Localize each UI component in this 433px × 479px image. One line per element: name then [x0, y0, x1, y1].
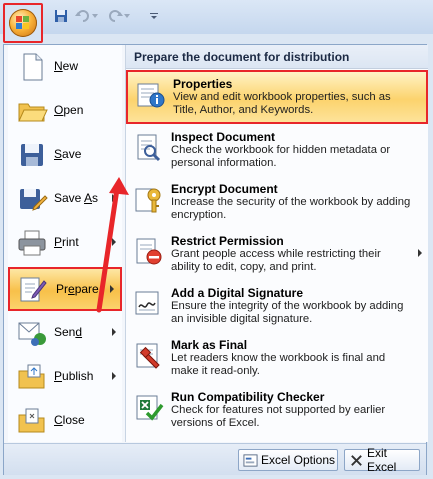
submenu-item-title: Add a Digital Signature: [171, 286, 304, 300]
menu-item-save-as[interactable]: Save As: [8, 177, 122, 221]
quick-access-toolbar: [0, 0, 433, 34]
menu-item-label: Close: [54, 413, 85, 427]
menu-item-label: Open: [54, 103, 84, 117]
submenu-item-description: Let readers know the workbook is final a…: [171, 352, 386, 377]
submenu-arrow-icon: [112, 372, 116, 380]
menu-item-save[interactable]: Save: [8, 133, 122, 177]
submenu-item-title: Encrypt Document: [171, 182, 278, 196]
submenu-item-description: Check for features not supported by earl…: [171, 404, 386, 429]
menu-item-new[interactable]: New: [8, 45, 122, 89]
submenu-item-digital-signature[interactable]: Add a Digital Signature Ensure the integ…: [126, 281, 428, 333]
menu-item-label: New: [54, 59, 79, 73]
submenu-item-description: Grant people access while restricting th…: [171, 248, 381, 273]
menu-item-label: Save: [54, 147, 82, 161]
menu-item-label: Prepare: [56, 282, 99, 296]
undo-dropdown-icon[interactable]: [90, 7, 100, 25]
menu-item-print[interactable]: Print: [8, 221, 122, 265]
submenu-arrow-icon: [418, 249, 422, 257]
submenu-arrow-icon: [110, 285, 114, 293]
digital-signature-icon: [135, 291, 159, 315]
properties-icon: [137, 83, 165, 108]
submenu-item-title: Mark as Final: [171, 338, 248, 352]
send-icon: [18, 322, 46, 346]
exit-excel-label: Exit Excel: [367, 446, 397, 474]
submenu-item-title: Restrict Permission: [171, 234, 284, 248]
menu-item-publish[interactable]: Publish: [8, 355, 122, 399]
submenu-item-inspect-document[interactable]: Inspect Document Check the workbook for …: [126, 125, 428, 177]
excel-options-label: Excel Options: [261, 453, 336, 467]
publish-icon: [18, 364, 45, 389]
save-as-icon: [20, 189, 48, 211]
prepare-submenu: Prepare the document for distribution Pr…: [125, 45, 428, 442]
excel-options-button[interactable]: Excel Options: [238, 449, 338, 471]
submenu-item-title: Inspect Document: [171, 130, 276, 144]
submenu-item-description: Increase the security of the workbook by…: [171, 196, 411, 221]
menu-item-label: Save As: [54, 191, 99, 205]
submenu-item-compatibility-checker[interactable]: Run Compatibility Checker Check for feat…: [126, 385, 428, 437]
office-menu: New Open Save Save As Print Prepare Send…: [3, 44, 428, 475]
menu-item-label: Publish: [54, 369, 94, 383]
menu-item-send[interactable]: Send: [8, 311, 122, 355]
menu-item-open[interactable]: Open: [8, 89, 122, 133]
new-document-icon: [23, 53, 43, 81]
prepare-icon: [20, 277, 47, 302]
submenu-arrow-icon: [112, 194, 116, 202]
office-button[interactable]: [3, 3, 43, 43]
save-icon[interactable]: [52, 7, 70, 25]
close-folder-icon: [18, 408, 45, 433]
exit-x-icon: [351, 455, 362, 466]
submenu-item-encrypt-document[interactable]: Encrypt Document Increase the security o…: [126, 177, 428, 229]
menu-footer: Excel Options Exit Excel: [4, 443, 426, 475]
redo-dropdown-icon[interactable]: [122, 7, 132, 25]
submenu-arrow-icon: [112, 238, 116, 246]
submenu-item-title: Properties: [173, 77, 233, 91]
submenu-item-description: Ensure the integrity of the workbook by …: [171, 300, 404, 325]
office-logo-icon: [16, 16, 30, 30]
submenu-item-description: View and edit workbook properties, such …: [173, 91, 391, 116]
submenu-item-mark-as-final[interactable]: Mark as Final Let readers know the workb…: [126, 333, 428, 385]
submenu-item-properties[interactable]: Properties View and edit workbook proper…: [126, 70, 428, 124]
options-icon: [243, 454, 258, 467]
submenu-item-description: Check the workbook for hidden metadata o…: [171, 144, 391, 169]
menu-item-label: Send: [54, 325, 83, 339]
save-disk-icon: [21, 144, 43, 166]
customize-qat-icon[interactable]: [145, 7, 163, 25]
submenu-item-restrict-permission[interactable]: Restrict Permission Grant people access …: [126, 229, 428, 281]
inspect-document-icon: [137, 134, 161, 162]
restrict-permission-icon: [136, 238, 162, 265]
menu-item-prepare[interactable]: Prepare: [8, 267, 122, 311]
printer-icon: [18, 230, 46, 256]
open-folder-icon: [18, 103, 48, 122]
menu-commands: New Open Save Save As Print Prepare Send…: [8, 45, 122, 442]
submenu-header: Prepare the document for distribution: [126, 45, 428, 69]
exit-excel-button[interactable]: Exit Excel: [344, 446, 420, 474]
menu-item-close[interactable]: Close: [8, 399, 122, 443]
submenu-arrow-icon: [112, 328, 116, 336]
mark-final-icon: [136, 343, 160, 369]
submenu-item-title: Run Compatibility Checker: [171, 390, 325, 404]
compatibility-check-icon: [136, 395, 164, 421]
menu-item-label: Print: [54, 235, 79, 249]
encrypt-key-icon: [135, 188, 161, 213]
